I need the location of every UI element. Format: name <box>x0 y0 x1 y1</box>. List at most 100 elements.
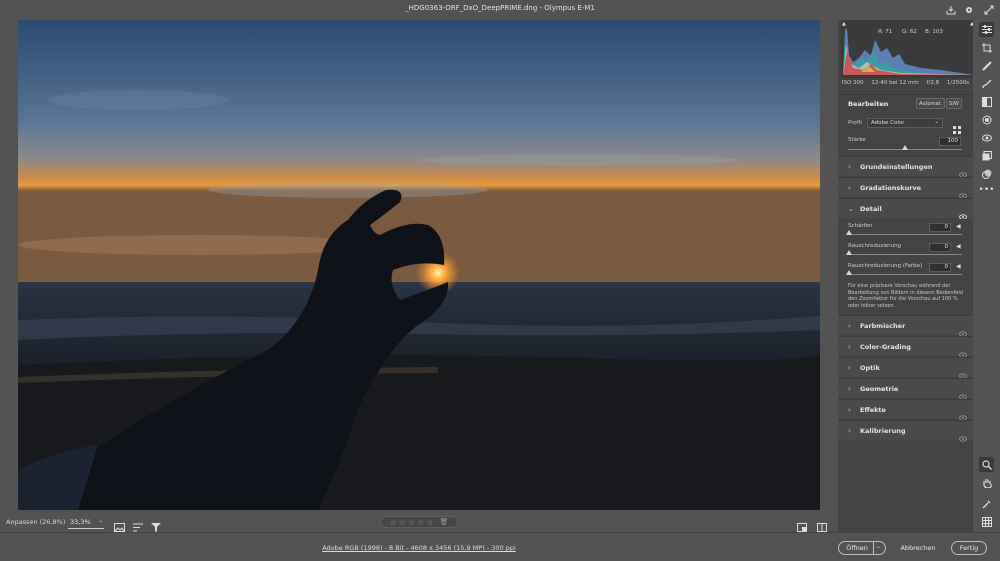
color-noise-label: Rauschreduzierung (Farbe) <box>848 263 923 269</box>
grid-icon[interactable] <box>979 514 994 529</box>
sharpen-slider-thumb[interactable] <box>846 230 852 235</box>
star-icon[interactable]: ☆ <box>390 518 397 527</box>
export-icon[interactable] <box>944 3 958 17</box>
fullscreen-icon[interactable] <box>982 3 996 17</box>
edit-panel: ▲ ▲ R: 71 G: 62 B: 103 ISO 200 12-40 bei… <box>838 20 974 532</box>
blue-value: B: 103 <box>925 29 943 35</box>
detail-hint: Für eine präzisere Vorschau während der … <box>848 283 963 309</box>
sharpen-label: Schärfen <box>848 223 873 229</box>
noise-input[interactable]: 0 <box>929 243 951 252</box>
green-value: G: 62 <box>902 29 917 35</box>
window-title: _HDG0363-ORF_DxO_DeepPRIME.dng - Olympus… <box>405 4 595 12</box>
star-icon[interactable]: ☆ <box>417 518 424 527</box>
healing-icon[interactable] <box>979 58 994 73</box>
chevron-right-icon: › <box>848 163 851 171</box>
tool-strip: ••• <box>973 20 1000 532</box>
eyedropper-icon[interactable] <box>979 496 994 511</box>
open-label: Öffnen <box>846 544 868 552</box>
brush-icon[interactable] <box>979 76 994 91</box>
section-title: Kalibrierung <box>860 427 906 435</box>
auto-button[interactable]: Automat. <box>916 98 946 109</box>
noise-slider[interactable] <box>848 254 962 255</box>
sharpen-input[interactable]: 0 <box>929 223 951 232</box>
shadow-clip-icon[interactable]: ▲ <box>842 21 846 27</box>
amount-input[interactable]: 100 <box>939 137 961 146</box>
radial-icon[interactable] <box>979 112 994 127</box>
section-optik[interactable]: › Optik <box>838 357 973 379</box>
crop-icon[interactable] <box>979 40 994 55</box>
exif-iso: ISO 200 <box>841 80 864 86</box>
trash-icon[interactable]: 🗑 <box>439 518 448 526</box>
red-eye-icon[interactable] <box>979 130 994 145</box>
star-icon[interactable]: ☆ <box>408 518 415 527</box>
section-title: Effekte <box>860 406 886 414</box>
zoom-icon[interactable] <box>979 457 994 472</box>
sharpen-slider[interactable] <box>848 234 962 235</box>
edit-header: Bearbeiten Automat. S/W <box>838 94 973 112</box>
section-title: Geometrie <box>860 385 899 393</box>
chevron-right-icon: › <box>848 322 851 330</box>
profile-value: Adobe Color <box>871 120 905 126</box>
star-icon[interactable]: ☆ <box>426 518 433 527</box>
amount-slider-thumb[interactable] <box>902 145 908 150</box>
done-button[interactable]: Fertig <box>951 541 987 555</box>
title-bar: _HDG0363-ORF_DxO_DeepPRIME.dng - Olympus… <box>0 0 1000 20</box>
presets-icon[interactable] <box>979 166 994 181</box>
histogram[interactable]: ▲ ▲ R: 71 G: 62 B: 103 <box>841 20 974 78</box>
chevron-right-icon: › <box>848 406 851 414</box>
zoom-value: 33,3% <box>70 518 91 526</box>
section-geometrie[interactable]: › Geometrie <box>838 378 973 400</box>
chevron-right-icon: › <box>848 385 851 393</box>
section-grundeinstellungen[interactable]: › Grundeinstellungen <box>838 156 973 178</box>
chevron-down-icon[interactable]: ⌄ <box>876 543 881 550</box>
gear-icon[interactable] <box>962 3 976 17</box>
disclosure-icon[interactable]: ◀ <box>956 243 961 250</box>
eye-icon[interactable] <box>959 427 967 446</box>
edit-title: Bearbeiten <box>848 100 889 108</box>
fit-zoom-label[interactable]: Anpassen (26,8%) <box>6 518 65 526</box>
snapshots-icon[interactable] <box>979 148 994 163</box>
chevron-right-icon: › <box>848 343 851 351</box>
hand-icon[interactable] <box>979 475 994 490</box>
profile-select[interactable]: Adobe Color ⌄ <box>867 118 943 128</box>
profile-label: Profil <box>848 120 862 126</box>
exif-aperture: f/2,8 <box>926 80 940 86</box>
chevron-down-icon[interactable]: ⌄ <box>98 517 103 524</box>
chevron-down-icon: ⌄ <box>848 205 854 213</box>
section-farbmischer[interactable]: › Farbmischer <box>838 315 973 337</box>
color-noise-slider-thumb[interactable] <box>846 270 852 275</box>
gradient-icon[interactable] <box>979 94 994 109</box>
section-title: Color-Grading <box>860 343 911 351</box>
color-noise-slider[interactable] <box>848 274 962 275</box>
section-title: Farbmischer <box>860 322 906 330</box>
chevron-right-icon: › <box>848 427 851 435</box>
image-canvas[interactable] <box>0 20 838 511</box>
disclosure-icon[interactable]: ◀ <box>956 223 961 230</box>
profile-browser-icon[interactable] <box>953 119 961 138</box>
red-value: R: 71 <box>878 29 893 35</box>
section-title: Detail <box>860 205 882 213</box>
exif-shutter: 1/2500s <box>946 80 970 86</box>
edit-sliders-icon[interactable] <box>979 22 994 37</box>
rating-stars[interactable]: ☆ ☆ ☆ ☆ ☆ 🗑 <box>380 516 458 528</box>
bottom-toolbar: Anpassen (26,8%) 33,3% ⌄ ☆ ☆ ☆ ☆ ☆ 🗑 <box>0 511 838 532</box>
more-icon[interactable]: ••• <box>979 182 995 197</box>
workflow-options-link[interactable]: Adobe RGB (1998) - 8 Bit - 4608 x 3456 (… <box>0 544 838 552</box>
star-icon[interactable]: ☆ <box>399 518 406 527</box>
section-gradationskurve[interactable]: › Gradationskurve <box>838 177 973 199</box>
section-color-grading[interactable]: › Color-Grading <box>838 336 973 358</box>
section-detail[interactable]: ⌄ Detail <box>838 198 973 220</box>
cancel-button[interactable]: Abbrechen <box>896 541 940 555</box>
exif-lens: 12-40 bei 12 mm <box>871 80 919 86</box>
exif-info: ISO 200 12-40 bei 12 mm f/2,8 1/2500s <box>838 80 973 92</box>
section-kalibrierung[interactable]: › Kalibrierung <box>838 420 973 442</box>
noise-slider-thumb[interactable] <box>846 250 852 255</box>
section-effekte[interactable]: › Effekte <box>838 399 973 421</box>
photo-preview[interactable] <box>18 20 820 510</box>
section-title: Optik <box>860 364 880 372</box>
section-title: Gradationskurve <box>860 184 922 192</box>
bw-button[interactable]: S/W <box>946 98 962 109</box>
color-noise-input[interactable]: 0 <box>929 263 951 272</box>
disclosure-icon[interactable]: ◀ <box>956 263 961 270</box>
section-title: Grundeinstellungen <box>860 163 933 171</box>
